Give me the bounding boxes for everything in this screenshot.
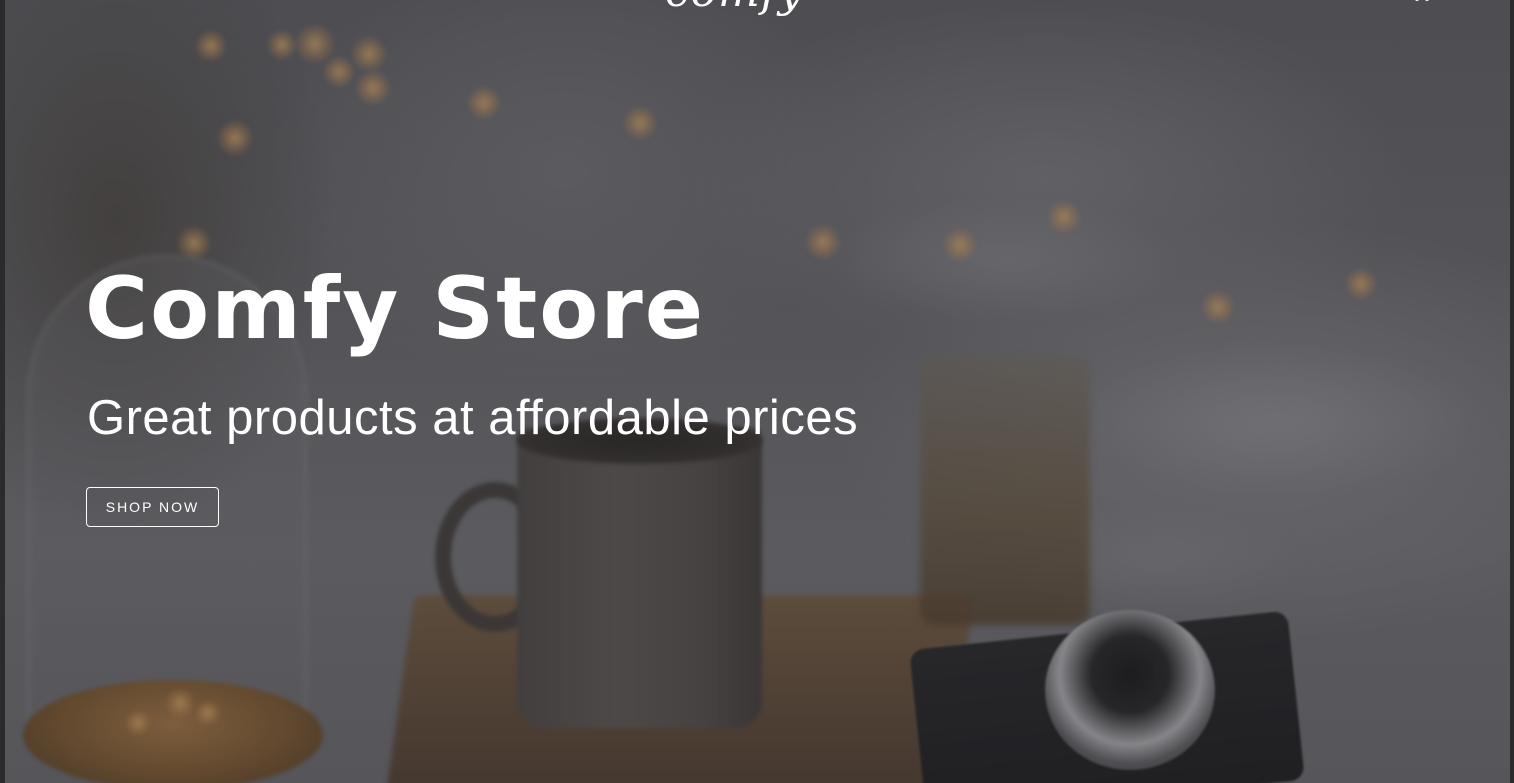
background-camera-body — [909, 610, 1305, 783]
cart-icon-stroke — [1415, 0, 1419, 1]
bokeh-light — [351, 36, 387, 72]
cart-icon[interactable] — [1409, 0, 1433, 8]
bokeh-light — [355, 70, 391, 106]
hero-title: Comfy Store — [85, 259, 706, 359]
background-mug-handle — [435, 482, 555, 632]
background-camera-lens — [1045, 610, 1215, 770]
bokeh-light — [195, 30, 227, 62]
bokeh-light — [467, 86, 501, 120]
page-frame: comfy Comfy Store Great products at affo… — [0, 0, 1514, 783]
bokeh-light — [1201, 290, 1235, 324]
bokeh-light — [943, 228, 977, 262]
cart-icon-stroke — [1425, 0, 1429, 1]
bokeh-light — [1345, 268, 1377, 300]
bokeh-light — [323, 56, 355, 88]
bokeh-light — [295, 24, 335, 64]
background-dome-base — [23, 680, 323, 783]
background-mug — [517, 428, 762, 728]
bokeh-light — [165, 688, 195, 718]
background-bedsheets — [805, 120, 1510, 640]
bokeh-light — [623, 106, 657, 140]
bokeh-light — [125, 710, 151, 736]
hero-subtitle: Great products at affordable prices — [87, 391, 859, 445]
shop-now-button[interactable]: SHOP NOW — [86, 487, 219, 527]
bokeh-light — [195, 700, 221, 726]
bokeh-light — [217, 120, 253, 156]
background-wooden-tray — [385, 595, 975, 783]
brand-logo[interactable]: comfy — [665, 0, 804, 17]
background-jar — [920, 355, 1090, 625]
bokeh-light — [805, 224, 841, 260]
bokeh-light — [267, 30, 297, 60]
bokeh-light — [1047, 200, 1081, 234]
bokeh-light — [177, 226, 211, 260]
